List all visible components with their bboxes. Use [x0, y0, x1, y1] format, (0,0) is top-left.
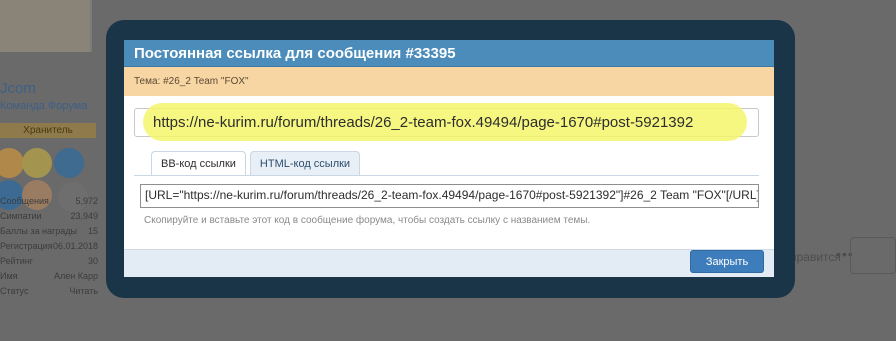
user-stats: Сообщения 5,972 Симпатии 23,949 Баллы за н… [0, 194, 98, 299]
thread-subheader: Тема: #26_2 Team "FOX" [124, 67, 774, 96]
dialog-title: Постоянная ссылка для сообщения #33395 [124, 40, 774, 67]
stat-row: Имя Ален Карр [0, 271, 98, 281]
stat-row: Симпатии 23,949 [0, 211, 98, 221]
stat-row: Сообщения 5,972 [0, 196, 98, 206]
background-box [850, 237, 896, 274]
hint-text: Скопируйте и вставьте этот код в сообщен… [144, 215, 591, 226]
dialog-footer: Закрыть [124, 249, 774, 277]
permalink-text[interactable]: https://ne-kurim.ru/forum/threads/26_2-t… [153, 114, 693, 131]
permalink-field[interactable]: https://ne-kurim.ru/forum/threads/26_2-t… [134, 103, 759, 141]
rank-badge: Хранитель [0, 123, 96, 138]
user-title: Команда Форума [0, 100, 88, 112]
award-icon [54, 148, 84, 178]
bbcode-text[interactable]: [URL="https://ne-kurim.ru/forum/threads/… [145, 188, 758, 202]
tab-html[interactable]: HTML-код ссылки [249, 151, 361, 176]
bbcode-field[interactable]: [URL="https://ne-kurim.ru/forum/threads/… [140, 184, 759, 208]
award-icon [0, 148, 24, 178]
stat-row: Баллы за награды 15 [0, 226, 98, 236]
stat-row: Статус Читать [0, 286, 98, 296]
username: Jcom [0, 80, 36, 97]
stat-row: Регистрация 06.01.2018 [0, 241, 98, 251]
avatar [0, 0, 92, 52]
tab-divider [134, 175, 759, 176]
close-button[interactable]: Закрыть [690, 250, 764, 273]
permalink-dialog: Постоянная ссылка для сообщения #33395 Т… [124, 40, 774, 277]
award-icon [22, 148, 52, 178]
stat-row: Рейтинг 30 [0, 256, 98, 266]
like-link: нравится [790, 250, 841, 264]
code-tabs: BB-код ссылки HTML-код ссылки [151, 151, 361, 176]
tab-bbcode[interactable]: BB-код ссылки [151, 151, 246, 176]
